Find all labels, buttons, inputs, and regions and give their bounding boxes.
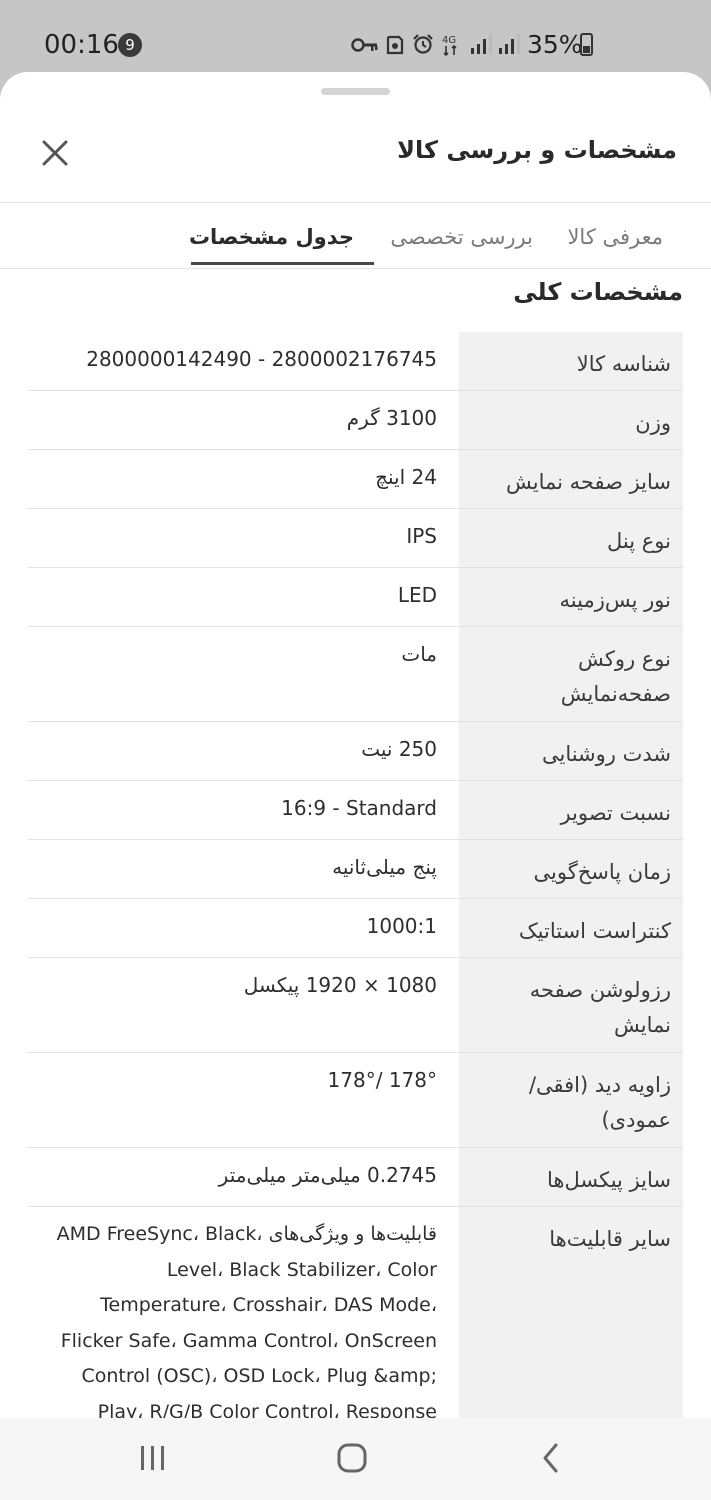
spec-bottom-sheet: مشخصات و بررسی کالا معرفی کالا بررسی تخص… bbox=[0, 72, 711, 1418]
close-icon[interactable] bbox=[38, 136, 72, 170]
spec-value: LED bbox=[397, 583, 437, 607]
notification-count-badge: 9 bbox=[118, 33, 142, 57]
sheet-header: مشخصات و بررسی کالا bbox=[0, 112, 711, 203]
spec-key: نوع روکش صفحه‌نمایش bbox=[560, 647, 671, 706]
spec-value: قابلیت‌ها و ویژگی‌های ،AMD FreeSync، Bla… bbox=[56, 1223, 437, 1418]
status-time: 00:16 bbox=[44, 30, 119, 60]
tab-spec-table[interactable]: جدول مشخصات bbox=[189, 225, 354, 249]
android-icon bbox=[386, 35, 404, 55]
spec-value: مات bbox=[401, 642, 437, 666]
signal-icon bbox=[471, 34, 492, 54]
system-nav-bar bbox=[0, 1418, 711, 1500]
spec-key: سایر قابلیت‌ها bbox=[549, 1227, 671, 1251]
spec-row: نسبت تصویر 16:9 - Standard bbox=[28, 781, 683, 840]
spec-row: زمان پاسخ‌گویی پنج میلی‌ثانیه bbox=[28, 840, 683, 899]
signal-icon-2 bbox=[499, 34, 520, 54]
battery-icon bbox=[580, 33, 593, 56]
spec-row: شدت روشنایی 250 نیت bbox=[28, 722, 683, 781]
tab-expert-review[interactable]: بررسی تخصصی bbox=[390, 225, 533, 249]
spec-key: نوع پنل bbox=[607, 529, 671, 553]
tab-bar: معرفی کالا بررسی تخصصی جدول مشخصات bbox=[0, 203, 711, 269]
spec-value: پنج میلی‌ثانیه bbox=[332, 855, 437, 879]
battery-percent: 35% bbox=[527, 30, 583, 59]
spec-key: وزن bbox=[635, 411, 671, 435]
spec-key: رزولوشن صفحه نمایش bbox=[529, 978, 671, 1037]
spec-key: زمان پاسخ‌گویی bbox=[533, 860, 671, 884]
spec-row: سایز صفحه نمایش 24 اینچ bbox=[28, 450, 683, 509]
tab-product-intro[interactable]: معرفی کالا bbox=[567, 225, 663, 249]
spec-key: زاویه دید (افقی/عمودی) bbox=[528, 1073, 671, 1132]
spec-value: 250 نیت bbox=[361, 737, 437, 761]
spec-row: نوع پنل IPS bbox=[28, 509, 683, 568]
spec-key: نور پس‌زمینه bbox=[559, 588, 671, 612]
spec-row: نوع روکش صفحه‌نمایش مات bbox=[28, 627, 683, 722]
sheet-title: مشخصات و بررسی کالا bbox=[397, 136, 677, 164]
spec-value: 24 اینچ bbox=[375, 465, 437, 489]
spec-key: شناسه کالا bbox=[576, 352, 671, 376]
spec-row: رزولوشن صفحه نمایش 1080 × 1920 پیکسل bbox=[28, 958, 683, 1053]
spec-value: 178°/ 178° bbox=[327, 1068, 437, 1092]
back-icon[interactable] bbox=[530, 1438, 574, 1478]
spec-row: نور پس‌زمینه LED bbox=[28, 568, 683, 627]
spec-key: سایز پیکسل‌ها bbox=[547, 1168, 671, 1192]
svg-text:4G: 4G bbox=[442, 35, 456, 46]
spec-row: شناسه کالا 2800000142490 - 2800002176745 bbox=[28, 332, 683, 391]
spec-row: سایز پیکسل‌ها 0.2745 میلی‌متر میلی‌متر bbox=[28, 1148, 683, 1207]
spec-value: 2800000142490 - 2800002176745 bbox=[86, 347, 437, 371]
spec-row: وزن 3100 گرم bbox=[28, 391, 683, 450]
recents-icon[interactable] bbox=[131, 1438, 175, 1478]
data-4g-icon: 4G bbox=[442, 35, 457, 56]
alarm-icon bbox=[413, 34, 433, 54]
spec-key: سایز صفحه نمایش bbox=[505, 470, 671, 494]
spec-key: نسبت تصویر bbox=[560, 801, 671, 825]
home-icon[interactable] bbox=[330, 1438, 374, 1478]
spec-value: 16:9 - Standard bbox=[281, 796, 437, 820]
spec-row: کنتراست استاتیک 1000:1 bbox=[28, 899, 683, 958]
spec-value: 3100 گرم bbox=[346, 406, 437, 430]
active-tab-indicator bbox=[191, 262, 374, 265]
spec-value: 0.2745 میلی‌متر میلی‌متر bbox=[218, 1163, 437, 1187]
spec-row: زاویه دید (افقی/عمودی) 178°/ 178° bbox=[28, 1053, 683, 1148]
key-icon bbox=[351, 38, 378, 52]
spec-value: IPS bbox=[406, 524, 437, 548]
spec-value: 1080 × 1920 پیکسل bbox=[243, 973, 437, 997]
section-title: مشخصات کلی bbox=[513, 278, 683, 306]
spec-value: 1000:1 bbox=[366, 914, 437, 938]
sheet-drag-handle[interactable] bbox=[321, 88, 390, 95]
spec-key: کنتراست استاتیک bbox=[518, 919, 671, 943]
spec-row: سایر قابلیت‌ها قابلیت‌ها و ویژگی‌های ،AM… bbox=[28, 1207, 683, 1418]
spec-key: شدت روشنایی bbox=[541, 742, 671, 766]
